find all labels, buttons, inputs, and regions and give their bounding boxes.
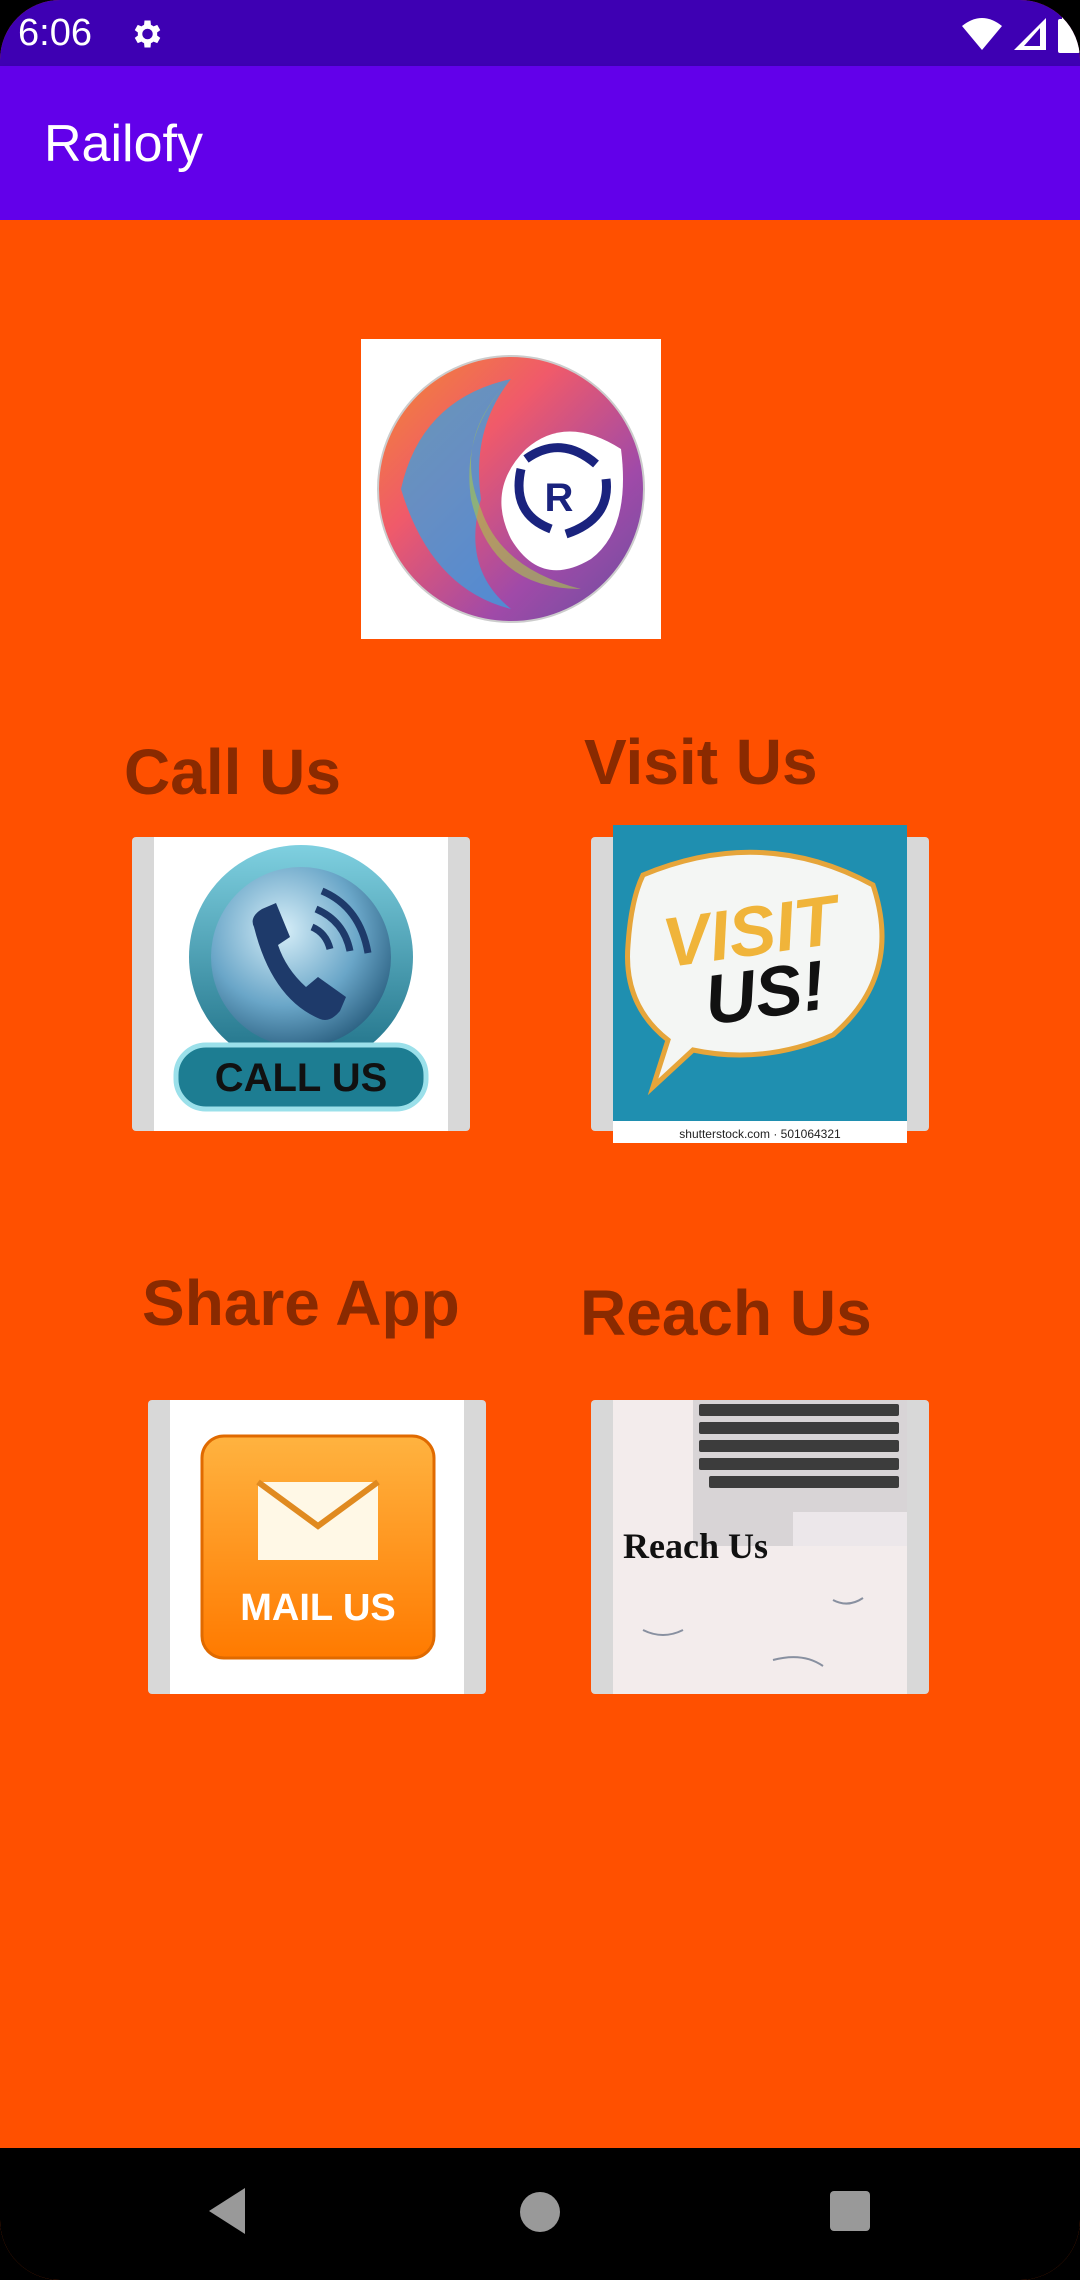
stock-caption: shutterstock.com · 501064321 xyxy=(679,1127,841,1141)
call-us-label: Call Us xyxy=(124,736,341,808)
home-icon[interactable] xyxy=(518,2190,562,2234)
call-us-button[interactable]: CALL US xyxy=(132,837,470,1131)
call-us-image-text: CALL US xyxy=(215,1056,388,1100)
system-icons xyxy=(962,14,1080,54)
app-logo: R xyxy=(361,339,661,639)
logo-letter: R xyxy=(545,476,574,520)
reach-us-button[interactable]: Reach Us xyxy=(591,1400,929,1694)
visit-us-button[interactable]: VISIT US! shutterstock.com · 501064321 xyxy=(591,825,929,1143)
recents-icon[interactable] xyxy=(829,2190,871,2232)
back-icon[interactable] xyxy=(205,2186,249,2236)
visit-us-label: Visit Us xyxy=(584,726,818,798)
signal-icon xyxy=(1014,18,1046,50)
reach-us-image-text: Reach Us xyxy=(623,1526,768,1566)
phone-icon: CALL US xyxy=(173,845,429,1112)
share-app-button[interactable]: MAIL US xyxy=(148,1400,486,1694)
status-time: 6:06 xyxy=(18,12,92,54)
mail-icon: MAIL US xyxy=(200,1434,436,1660)
main-content: R Call Us Visit Us Share App Reach Us CA… xyxy=(0,220,1080,2148)
speech-bubble-icon: VISIT US! shutterstock.com · 501064321 xyxy=(613,825,907,1141)
app-title: Railofy xyxy=(44,115,203,173)
laptop-icon: Reach Us xyxy=(613,1400,907,1694)
call-us-image: CALL US xyxy=(154,837,448,1131)
wifi-icon xyxy=(962,18,1002,50)
share-app-label: Share App xyxy=(142,1267,460,1339)
us-text: US! xyxy=(700,946,830,1040)
navigation-bar xyxy=(0,2148,1080,2280)
reach-us-image: Reach Us xyxy=(613,1400,907,1694)
visit-us-image: VISIT US! shutterstock.com · 501064321 xyxy=(613,825,907,1143)
gear-icon xyxy=(134,20,161,48)
railofy-logo-icon: R xyxy=(377,355,645,623)
reach-us-label: Reach Us xyxy=(580,1277,872,1349)
app-bar: Railofy xyxy=(0,66,1080,220)
share-app-image: MAIL US xyxy=(170,1400,464,1694)
battery-icon xyxy=(1058,15,1080,53)
status-bar: 6:06 xyxy=(0,0,1080,66)
mail-us-text: MAIL US xyxy=(240,1587,396,1629)
screen: 6:06 Railofy R Call Us Visit Us Share Ap… xyxy=(0,0,1080,2280)
